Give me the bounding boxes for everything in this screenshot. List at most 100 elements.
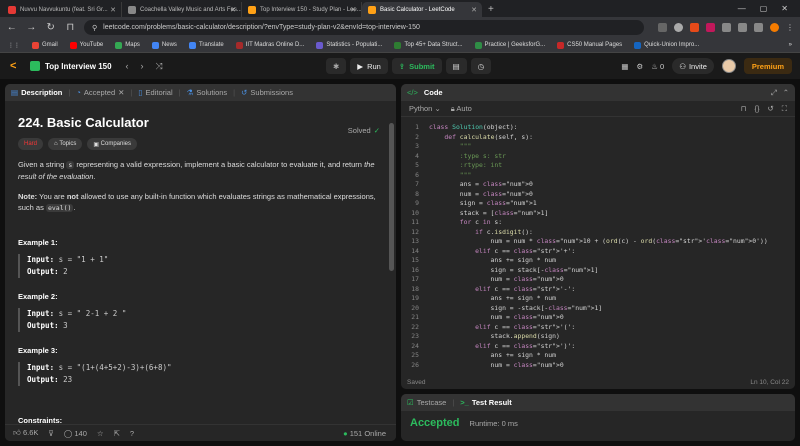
study-plan-title[interactable]: Top Interview 150 [30,61,112,71]
like-button[interactable]: 👍︎ 6.6K [13,428,38,438]
bookmark-item[interactable]: YouTube [69,41,103,49]
fullscreen-icon[interactable]: ⛶ [782,104,787,114]
favorite-button[interactable]: ☆ [97,429,104,438]
companies-tag[interactable]: ▣ Companies [87,138,138,150]
description-scrollbar[interactable] [389,123,394,271]
share-button[interactable]: ⇱ [114,429,120,438]
description-panel: ▤ Description | ◔ Accepted ✕ | ▯ Editorial |… [5,84,396,441]
streak[interactable]: ♨ 0 [651,62,664,71]
terminal-icon: >_ [460,398,469,407]
code-text: ans = class="num">0 [429,180,533,188]
next-problem-icon[interactable]: › [141,61,144,72]
tab-testcase[interactable]: ☑ Testcase [407,398,446,407]
url-bar[interactable]: ⚲ leetcode.com/problems/basic-calculator… [84,20,644,35]
bookmark-icon[interactable]: ⊓ [65,22,77,33]
bookmark-item[interactable]: Maps [115,41,140,49]
code-editor[interactable]: 1 class Solution(object): 2 def calculate(… [401,117,795,369]
bookmark-item[interactable]: Translate [188,41,224,49]
close-tab-icon[interactable]: ✕ [350,6,356,14]
bookmark-item[interactable]: News [151,41,177,49]
reset-code-icon[interactable]: ↺ [767,104,773,114]
run-button[interactable]: ▶ Run [350,58,388,74]
maximize-icon[interactable]: ▢ [760,4,768,13]
timer-button[interactable]: ◷ [470,58,492,74]
close-window-icon[interactable]: ✕ [781,4,788,13]
example-heading: Example 2: [18,292,58,301]
tab-solutions[interactable]: ⚗ Solutions [187,88,228,97]
avatar[interactable] [721,59,736,73]
profile-icon[interactable] [770,23,779,32]
bookmark-item[interactable]: CS50 Manual Pages [557,41,622,49]
bookmark-code-icon[interactable]: ⊓ [741,104,747,114]
question-icon: ? [129,428,135,438]
bookmark-item[interactable]: Statistics - Populati... [316,41,382,49]
browser-tab[interactable]: Nuvvu Navvukuntu (feat. Sri Gr... ✕ [2,2,122,17]
browser-tab[interactable]: Top Interview 150 - Study Plan - Lee... ✕ [242,2,362,17]
bookmark-item[interactable]: Practice | GeeksforG... [474,41,545,49]
maximize-panel-icon[interactable]: ⤢ [771,88,777,98]
code-line: 22 elif c == class="str">'(': [401,323,795,333]
puzzle-icon[interactable] [722,23,731,32]
topics-tag[interactable]: ⌂ Topics [48,138,83,150]
bookmark-favicon-icon [557,41,565,49]
close-tab-icon[interactable]: ✕ [118,88,124,97]
back-icon[interactable]: ← [6,22,18,33]
line-number: 21 [411,313,419,321]
menu-icon[interactable]: ⋮ [786,23,794,32]
thumbs-down-icon: ⊽ [48,428,54,438]
tab-accepted[interactable]: ◔ Accepted ✕ [76,88,124,97]
notes-button[interactable]: ▤ [445,58,467,74]
bookmark-item[interactable]: Quick-Union Impro... [634,41,699,49]
close-tab-icon[interactable]: ✕ [471,6,477,14]
debug-button[interactable]: ✱ [326,58,347,74]
apps-icon[interactable]: ⋮⋮ [8,42,20,49]
collapse-panel-icon[interactable]: ⌃ [783,88,789,97]
language-select[interactable]: Python ⌄ [409,104,441,113]
forward-icon[interactable]: → [26,22,38,33]
premium-button[interactable]: Premium [743,58,792,74]
line-number: 2 [415,132,419,141]
site-info-icon[interactable]: ⚲ [92,24,97,32]
line-number: 25 [411,351,419,359]
settings-gear-icon[interactable]: ⚙ [636,62,643,71]
code-line: 12 if c.isdigit(): [401,228,795,238]
brave-shield-icon[interactable] [690,23,699,32]
code-text: elif c == class="str">')': [475,341,576,350]
submit-button[interactable]: ⇪ Submit [391,58,442,74]
shuffle-icon[interactable]: ⤨ [156,61,163,72]
star-icon[interactable] [674,23,683,32]
extension-icon[interactable] [706,23,715,32]
tab-description[interactable]: ▤ Description [11,88,62,97]
comments-button[interactable]: ◯ 140 [64,429,87,438]
new-tab-button[interactable]: + [482,2,500,17]
minimize-icon[interactable]: — [738,4,746,13]
autosave-indicator[interactable]: 🔒︎ Auto [451,104,472,114]
tab-test-result[interactable]: >_ Test Result [460,398,511,407]
tab-editorial[interactable]: ▯ Editorial [138,88,172,97]
downloads-icon[interactable] [754,23,763,32]
problem-title[interactable]: 224. Basic Calculator [18,115,383,130]
close-tab-icon[interactable]: ✕ [110,6,116,14]
format-code-icon[interactable]: {} [754,104,759,114]
reload-icon[interactable]: ↻ [45,22,57,33]
code-line: 25 ans += sign * num [401,351,795,361]
bookmark-item[interactable]: Top 45+ Data Struct... [394,41,463,49]
browser-tab[interactable]: Coachella Valley Music and Arts Fes... ✕ [122,2,242,17]
browser-tab[interactable]: Basic Calculator - LeetCode ✕ [362,2,482,17]
tab-submissions[interactable]: ↺ Submissions [241,88,293,97]
media-icon[interactable] [738,23,747,32]
translate-icon[interactable] [658,23,667,32]
close-tab-icon[interactable]: ✕ [230,6,236,14]
help-button[interactable]: ? [130,429,134,438]
bookmark-item[interactable]: IIT Madras Online D... [235,41,304,49]
bookmark-item[interactable]: Gmail [32,41,58,49]
code-text: num = class="num">0 [429,189,533,198]
prev-problem-icon[interactable]: ‹ [126,61,129,72]
more-bookmarks-icon[interactable]: » [789,42,792,48]
layout-icon[interactable]: ▦ [621,62,628,71]
invite-button[interactable]: ⚇ Invite [672,58,714,74]
leetcode-logo-icon[interactable]: < [10,60,20,72]
bookmark-favicon-icon [69,41,77,49]
workspace: ▤ Description | ◔ Accepted ✕ | ▯ Editorial |… [0,79,800,446]
dislike-button[interactable]: ⊽ [48,429,54,438]
